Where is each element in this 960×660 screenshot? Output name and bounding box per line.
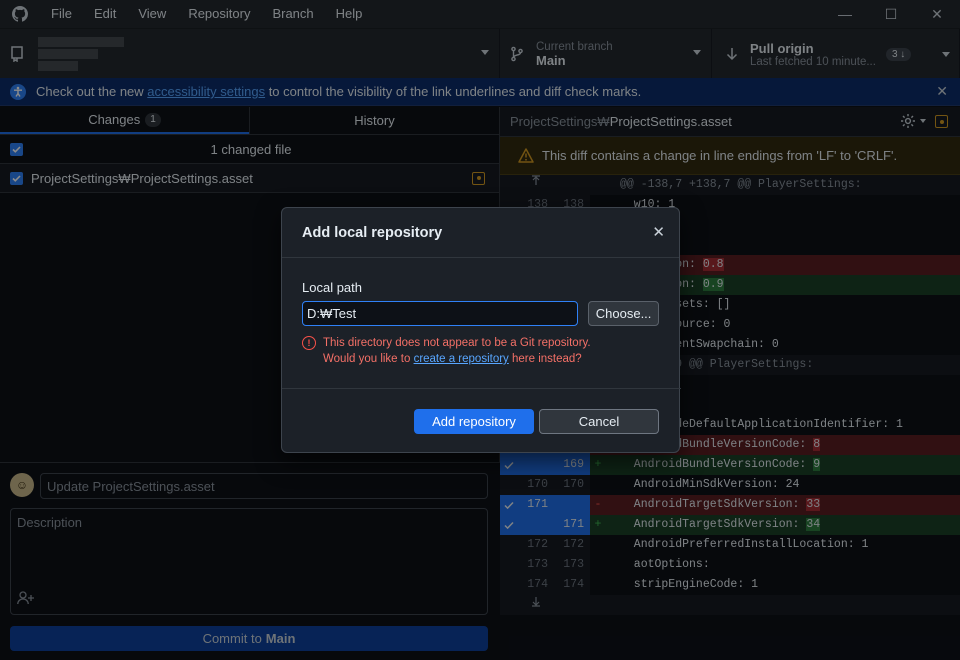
error-icon: ! <box>302 336 316 350</box>
choose-button[interactable]: Choose... <box>588 301 659 326</box>
error-after-link: here instead? <box>508 353 582 365</box>
local-path-input[interactable] <box>302 301 579 326</box>
error-before-link: Would you like to <box>323 353 414 365</box>
error-line-1: This directory does not appear to be a G… <box>323 337 591 349</box>
dialog-title: Add local repository <box>302 224 443 241</box>
dialog-footer: Add repository Cancel <box>282 388 681 453</box>
create-repository-link[interactable]: create a repository <box>414 353 509 365</box>
cancel-button[interactable]: Cancel <box>539 409 659 434</box>
error-message: ! This directory does not appear to be a… <box>302 335 659 367</box>
github-desktop-window: File Edit View Repository Branch Help — … <box>0 0 960 660</box>
add-local-repository-dialog: Add local repository ✕ Local path Choose… <box>281 207 681 453</box>
add-repository-button[interactable]: Add repository <box>414 409 534 434</box>
local-path-label: Local path <box>302 280 362 295</box>
close-icon[interactable]: ✕ <box>652 223 665 241</box>
